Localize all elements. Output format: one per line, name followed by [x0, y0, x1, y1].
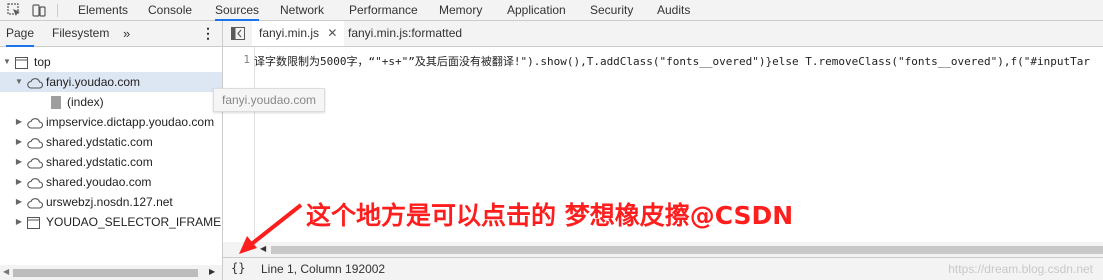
tree-item-label: (index) — [67, 95, 104, 109]
line-number: 1 — [243, 53, 250, 66]
hover-tooltip: fanyi.youdao.com — [213, 88, 326, 112]
tree-item[interactable]: ▼ top — [0, 52, 222, 72]
editor-horizontal-scrollbar[interactable]: ◀ — [223, 242, 1103, 257]
navigator-horizontal-scrollbar[interactable]: ◀ ▶ — [0, 265, 222, 280]
tab-security[interactable]: Security — [590, 0, 633, 20]
navigator-scroll-thumb[interactable] — [13, 269, 198, 277]
collapse-arrow-icon[interactable]: ▶ — [14, 152, 24, 172]
code-line[interactable]: 译字数限制为5000字，“"+s+"”及其后面没有被翻译!").show(),T… — [254, 53, 1090, 69]
cloud-icon — [27, 155, 43, 172]
tree-item-label: shared.ydstatic.com — [46, 135, 153, 149]
editor-tab-strip: fanyi.min.js ✕ fanyi.min.js:formatted — [223, 21, 1103, 47]
cloud-icon — [27, 135, 43, 152]
tab-page[interactable]: Page — [6, 21, 35, 47]
watermark: https://dream.blog.csdn.net — [948, 262, 1093, 276]
file-tree: ▼ top ▼ fanyi.youdao.com (index) ▶ impservice.… — [0, 47, 222, 265]
device-toolbar-icon[interactable] — [32, 3, 46, 17]
expand-arrow-icon[interactable]: ▼ — [14, 72, 24, 92]
cloud-icon — [27, 175, 43, 192]
cloud-icon — [27, 115, 43, 132]
tree-item-label: YOUDAO_SELECTOR_IFRAME (abc — [46, 215, 222, 229]
cloud-icon — [27, 195, 43, 212]
more-tabs-button[interactable]: » — [123, 21, 130, 46]
tree-item[interactable]: ▶ YOUDAO_SELECTOR_IFRAME (abc — [0, 212, 222, 232]
navigator-menu-button[interactable]: ⋮ — [201, 21, 215, 46]
tree-item[interactable]: (index) — [0, 92, 222, 112]
tree-item[interactable]: ▶ shared.youdao.com — [0, 172, 222, 192]
tab-network[interactable]: Network — [280, 0, 324, 20]
frame-icon — [15, 55, 28, 72]
tab-memory[interactable]: Memory — [439, 0, 482, 20]
collapse-arrow-icon[interactable]: ▶ — [14, 132, 24, 152]
file-icon — [51, 95, 61, 112]
tree-item-label: shared.ydstatic.com — [46, 155, 153, 169]
tab-console[interactable]: Console — [148, 0, 192, 20]
scroll-right-arrow-icon[interactable]: ▶ — [209, 267, 215, 276]
tab-sources[interactable]: Sources — [215, 0, 260, 21]
collapse-arrow-icon[interactable]: ▶ — [14, 212, 24, 232]
collapse-arrow-icon[interactable]: ▶ — [14, 112, 24, 132]
tree-item-label: impservice.dictapp.youdao.com — [46, 115, 215, 129]
pretty-print-button[interactable]: {} — [231, 261, 245, 275]
toolbar-divider — [57, 4, 58, 17]
tree-item[interactable]: ▶ impservice.dictapp.youdao.com — [0, 112, 222, 132]
navigator-tab-strip: Page Filesystem » ⋮ — [0, 21, 222, 47]
tab-filesystem[interactable]: Filesystem — [52, 21, 109, 46]
editor-tab-fanyi-min-js-formatted[interactable]: fanyi.min.js:formatted — [348, 21, 462, 46]
expand-arrow-icon[interactable]: ▼ — [2, 52, 12, 72]
tab-application[interactable]: Application — [507, 0, 566, 20]
editor-tab-fanyi-min-js[interactable]: fanyi.min.js ✕ — [252, 21, 345, 46]
scroll-left-arrow-icon[interactable]: ◀ — [3, 267, 9, 276]
collapse-arrow-icon[interactable]: ▶ — [14, 192, 24, 212]
annotation-arrow-icon — [239, 203, 303, 254]
tree-item[interactable]: ▶ shared.ydstatic.com — [0, 152, 222, 172]
tab-elements[interactable]: Elements — [78, 0, 128, 20]
annotation-text: 这个地方是可以点击的 梦想橡皮擦@CSDN — [306, 201, 794, 230]
toggle-navigator-icon[interactable] — [231, 27, 245, 40]
tree-item[interactable]: ▼ fanyi.youdao.com — [0, 72, 222, 92]
devtools-main-toolbar: Elements Console Sources Network Performance… — [0, 0, 1103, 21]
close-tab-icon[interactable]: ✕ — [327, 26, 337, 40]
collapse-arrow-icon[interactable]: ▶ — [14, 172, 24, 192]
tab-audits[interactable]: Audits — [657, 0, 690, 20]
cloud-icon — [27, 75, 43, 92]
frame-icon — [27, 215, 40, 232]
tree-item-label: top — [34, 55, 51, 69]
cursor-position: Line 1, Column 192002 — [261, 262, 386, 276]
editor-scroll-thumb[interactable] — [271, 246, 1103, 254]
tree-item[interactable]: ▶ urswebzj.nosdn.127.net — [0, 192, 222, 212]
tree-item-label: urswebzj.nosdn.127.net — [46, 195, 173, 209]
tree-item-label: shared.youdao.com — [46, 175, 152, 189]
inspect-element-icon[interactable] — [7, 3, 21, 17]
editor-tab-label: fanyi.min.js — [259, 26, 320, 40]
tree-item-label: fanyi.youdao.com — [46, 75, 141, 89]
tree-item[interactable]: ▶ shared.ydstatic.com — [0, 132, 222, 152]
tab-performance[interactable]: Performance — [349, 0, 418, 20]
